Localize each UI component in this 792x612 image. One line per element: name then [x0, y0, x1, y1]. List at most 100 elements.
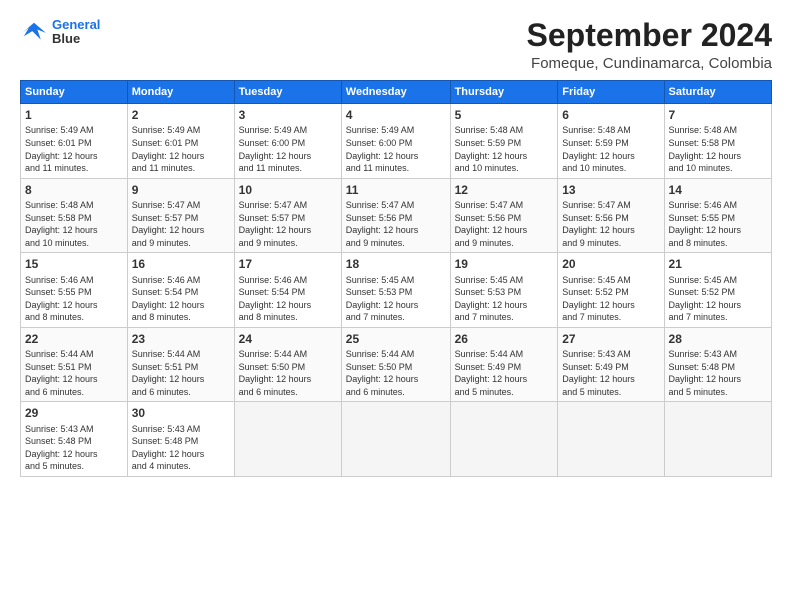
- calendar-cell: 19Sunrise: 5:45 AM Sunset: 5:53 PM Dayli…: [450, 253, 558, 328]
- day-info: Sunrise: 5:46 AM Sunset: 5:55 PM Dayligh…: [669, 199, 767, 249]
- calendar-week-3: 15 Sunrise: 5:46 AM Sunset: 5:55 PM Dayli…: [21, 253, 772, 328]
- calendar-week-4: 22Sunrise: 5:44 AM Sunset: 5:51 PM Dayli…: [21, 327, 772, 402]
- calendar-header-friday: Friday: [558, 81, 664, 104]
- day-info: Sunrise: 5:48 AM Sunset: 5:59 PM Dayligh…: [562, 124, 659, 174]
- calendar-cell: 8Sunrise: 5:48 AM Sunset: 5:58 PM Daylig…: [21, 178, 128, 253]
- day-info: Sunrise: 5:49 AM Sunset: 6:01 PM Dayligh…: [132, 124, 230, 174]
- day-number: 22: [25, 331, 123, 347]
- calendar-cell: 3Sunrise: 5:49 AM Sunset: 6:00 PM Daylig…: [234, 104, 341, 179]
- calendar-cell: [664, 402, 771, 477]
- day-number: 11: [346, 182, 446, 198]
- day-number: 3: [239, 107, 337, 123]
- subtitle: Fomeque, Cundinamarca, Colombia: [527, 55, 772, 72]
- logo-line2: Blue: [52, 32, 100, 46]
- calendar-week-1: 1Sunrise: 5:49 AM Sunset: 6:01 PM Daylig…: [21, 104, 772, 179]
- calendar-cell: 10Sunrise: 5:47 AM Sunset: 5:57 PM Dayli…: [234, 178, 341, 253]
- day-number: 23: [132, 331, 230, 347]
- day-number: 18: [346, 256, 446, 272]
- day-info: Sunrise: 5:46 AM Sunset: 5:54 PM Dayligh…: [132, 274, 230, 324]
- calendar-cell: 20Sunrise: 5:45 AM Sunset: 5:52 PM Dayli…: [558, 253, 664, 328]
- day-info: Sunrise: 5:46 AM Sunset: 5:55 PM Dayligh…: [25, 274, 123, 324]
- day-info: Sunrise: 5:45 AM Sunset: 5:53 PM Dayligh…: [346, 274, 446, 324]
- calendar-cell: 24Sunrise: 5:44 AM Sunset: 5:50 PM Dayli…: [234, 327, 341, 402]
- day-info: Sunrise: 5:49 AM Sunset: 6:00 PM Dayligh…: [239, 124, 337, 174]
- day-number: 19: [455, 256, 554, 272]
- calendar-cell: [341, 402, 450, 477]
- calendar-header-wednesday: Wednesday: [341, 81, 450, 104]
- calendar-header-saturday: Saturday: [664, 81, 771, 104]
- day-info: Sunrise: 5:44 AM Sunset: 5:50 PM Dayligh…: [239, 348, 337, 398]
- day-number: 4: [346, 107, 446, 123]
- calendar-cell: 30Sunrise: 5:43 AM Sunset: 5:48 PM Dayli…: [127, 402, 234, 477]
- main-title: September 2024: [527, 18, 772, 53]
- day-info: Sunrise: 5:47 AM Sunset: 5:57 PM Dayligh…: [132, 199, 230, 249]
- calendar-cell: 16 Sunrise: 5:46 AM Sunset: 5:54 PM Dayli…: [127, 253, 234, 328]
- calendar-header-thursday: Thursday: [450, 81, 558, 104]
- calendar-cell: 28Sunrise: 5:43 AM Sunset: 5:48 PM Dayli…: [664, 327, 771, 402]
- logo-text: General Blue: [52, 18, 100, 47]
- calendar-cell: 26Sunrise: 5:44 AM Sunset: 5:49 PM Dayli…: [450, 327, 558, 402]
- calendar-cell: 1Sunrise: 5:49 AM Sunset: 6:01 PM Daylig…: [21, 104, 128, 179]
- day-number: 16: [132, 256, 230, 272]
- day-number: 13: [562, 182, 659, 198]
- calendar-cell: 18 Sunrise: 5:45 AM Sunset: 5:53 PM Dayli…: [341, 253, 450, 328]
- calendar-cell: 4Sunrise: 5:49 AM Sunset: 6:00 PM Daylig…: [341, 104, 450, 179]
- day-info: Sunrise: 5:47 AM Sunset: 5:56 PM Dayligh…: [455, 199, 554, 249]
- day-number: 14: [669, 182, 767, 198]
- calendar-table: SundayMondayTuesdayWednesdayThursdayFrid…: [20, 80, 772, 477]
- day-info: Sunrise: 5:45 AM Sunset: 5:52 PM Dayligh…: [669, 274, 767, 324]
- calendar-cell: [558, 402, 664, 477]
- day-number: 17: [239, 256, 337, 272]
- day-number: 12: [455, 182, 554, 198]
- calendar-header-tuesday: Tuesday: [234, 81, 341, 104]
- logo-line1: General: [52, 17, 100, 32]
- calendar-week-2: 8Sunrise: 5:48 AM Sunset: 5:58 PM Daylig…: [21, 178, 772, 253]
- calendar-cell: 5Sunrise: 5:48 AM Sunset: 5:59 PM Daylig…: [450, 104, 558, 179]
- day-info: Sunrise: 5:48 AM Sunset: 5:58 PM Dayligh…: [669, 124, 767, 174]
- header: General Blue September 2024 Fomeque, Cun…: [20, 18, 772, 72]
- calendar-cell: [234, 402, 341, 477]
- day-number: 24: [239, 331, 337, 347]
- calendar-cell: 23Sunrise: 5:44 AM Sunset: 5:51 PM Dayli…: [127, 327, 234, 402]
- logo-icon: [20, 21, 48, 43]
- day-number: 29: [25, 405, 123, 421]
- day-info: Sunrise: 5:46 AM Sunset: 5:54 PM Dayligh…: [239, 274, 337, 324]
- calendar-cell: 17 Sunrise: 5:46 AM Sunset: 5:54 PM Dayli…: [234, 253, 341, 328]
- calendar-cell: 14Sunrise: 5:46 AM Sunset: 5:55 PM Dayli…: [664, 178, 771, 253]
- day-number: 10: [239, 182, 337, 198]
- day-info: Sunrise: 5:47 AM Sunset: 5:56 PM Dayligh…: [562, 199, 659, 249]
- calendar-cell: 29Sunrise: 5:43 AM Sunset: 5:48 PM Dayli…: [21, 402, 128, 477]
- day-number: 27: [562, 331, 659, 347]
- logo: General Blue: [20, 18, 100, 47]
- calendar-cell: 11Sunrise: 5:47 AM Sunset: 5:56 PM Dayli…: [341, 178, 450, 253]
- day-info: Sunrise: 5:49 AM Sunset: 6:00 PM Dayligh…: [346, 124, 446, 174]
- day-info: Sunrise: 5:49 AM Sunset: 6:01 PM Dayligh…: [25, 124, 123, 174]
- day-number: 5: [455, 107, 554, 123]
- day-number: 6: [562, 107, 659, 123]
- day-info: Sunrise: 5:44 AM Sunset: 5:50 PM Dayligh…: [346, 348, 446, 398]
- calendar-cell: 6Sunrise: 5:48 AM Sunset: 5:59 PM Daylig…: [558, 104, 664, 179]
- calendar-cell: 2Sunrise: 5:49 AM Sunset: 6:01 PM Daylig…: [127, 104, 234, 179]
- day-number: 2: [132, 107, 230, 123]
- day-number: 21: [669, 256, 767, 272]
- day-number: 7: [669, 107, 767, 123]
- day-number: 26: [455, 331, 554, 347]
- day-number: 25: [346, 331, 446, 347]
- day-info: Sunrise: 5:48 AM Sunset: 5:59 PM Dayligh…: [455, 124, 554, 174]
- day-info: Sunrise: 5:47 AM Sunset: 5:57 PM Dayligh…: [239, 199, 337, 249]
- day-info: Sunrise: 5:48 AM Sunset: 5:58 PM Dayligh…: [25, 199, 123, 249]
- calendar-cell: [450, 402, 558, 477]
- page: General Blue September 2024 Fomeque, Cun…: [0, 0, 792, 612]
- calendar-week-5: 29Sunrise: 5:43 AM Sunset: 5:48 PM Dayli…: [21, 402, 772, 477]
- day-number: 20: [562, 256, 659, 272]
- calendar-cell: 12Sunrise: 5:47 AM Sunset: 5:56 PM Dayli…: [450, 178, 558, 253]
- day-number: 30: [132, 405, 230, 421]
- day-number: 15: [25, 256, 123, 272]
- calendar-cell: 22Sunrise: 5:44 AM Sunset: 5:51 PM Dayli…: [21, 327, 128, 402]
- day-info: Sunrise: 5:47 AM Sunset: 5:56 PM Dayligh…: [346, 199, 446, 249]
- day-number: 28: [669, 331, 767, 347]
- calendar-header-row: SundayMondayTuesdayWednesdayThursdayFrid…: [21, 81, 772, 104]
- day-info: Sunrise: 5:44 AM Sunset: 5:49 PM Dayligh…: [455, 348, 554, 398]
- calendar-cell: 9Sunrise: 5:47 AM Sunset: 5:57 PM Daylig…: [127, 178, 234, 253]
- calendar-cell: 25Sunrise: 5:44 AM Sunset: 5:50 PM Dayli…: [341, 327, 450, 402]
